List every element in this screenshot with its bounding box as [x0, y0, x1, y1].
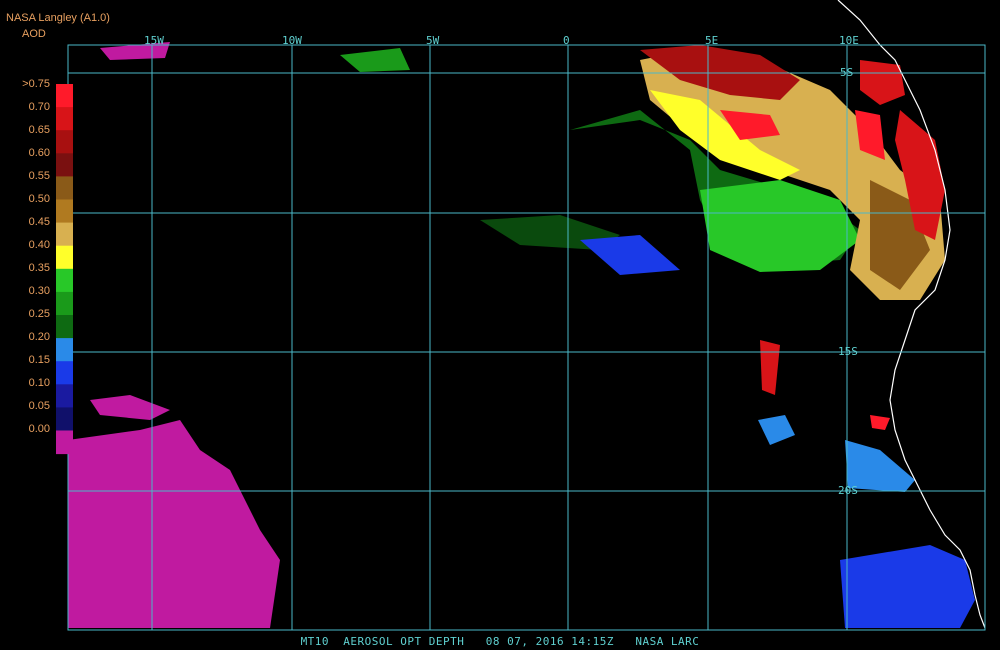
legend-tick-label: 0.20 [28, 331, 50, 343]
legend-tick-label: 0.45 [28, 216, 50, 228]
coastline [837, 0, 986, 629]
legend-swatch [56, 107, 73, 131]
legend-swatch [56, 291, 73, 316]
footer-caption: MT10 AEROSOL OPT DEPTH 08 07, 2016 14:15… [300, 635, 700, 648]
legend-tick-label: 0.25 [28, 308, 50, 320]
legend-tick-label: 0.00 [28, 423, 50, 435]
legend-swatch [56, 130, 73, 154]
legend-tick-label: 0.10 [28, 377, 50, 389]
lon-label-5e: 5E [705, 34, 719, 47]
legend-tick-label: 0.55 [28, 170, 50, 182]
lat-label-20s: 20S [838, 484, 858, 497]
legend-tick-label: 0.40 [28, 239, 50, 251]
legend-tick-label: 0.15 [28, 354, 50, 366]
aod-color-scale [56, 84, 73, 455]
legend-tick-label: 0.05 [28, 400, 50, 412]
lon-label-0: 0 [563, 34, 570, 47]
legend-swatch [56, 245, 73, 270]
legend-swatch [56, 315, 73, 339]
aerosol-plumes [68, 42, 975, 628]
aerosol-map [56, 0, 986, 631]
legend-swatch [56, 222, 73, 247]
legend-tick-label: 0.65 [28, 124, 50, 136]
legend-tick-label: 0.30 [28, 285, 50, 297]
source-title: NASA Langley (A1.0) [6, 12, 110, 24]
lon-label-15w: 15W [144, 34, 164, 47]
lon-label-10w: 10W [282, 34, 302, 47]
legend-tick-label: 0.35 [28, 262, 50, 274]
product-code: AOD [22, 28, 46, 40]
legend-swatch [56, 407, 73, 431]
legend-swatch [56, 153, 73, 177]
lat-label-15s: 15S [838, 345, 858, 358]
legend-swatch [56, 384, 73, 408]
legend-tick-label: 0.60 [28, 147, 50, 159]
legend-swatch [56, 176, 73, 200]
legend-swatch [56, 199, 73, 224]
legend-swatch [56, 338, 73, 362]
lon-label-5w: 5W [426, 34, 440, 47]
legend-swatch [56, 84, 73, 108]
legend-swatch [56, 361, 73, 385]
legend-tick-label: 0.50 [28, 193, 50, 205]
legend-swatch [56, 268, 73, 293]
lat-label-5s: 5S [840, 66, 854, 79]
legend-tick-label: >0.75 [22, 78, 50, 90]
lon-label-10e: 10E [839, 34, 859, 47]
legend-tick-label: 0.70 [28, 101, 50, 113]
legend-swatch [56, 430, 73, 455]
